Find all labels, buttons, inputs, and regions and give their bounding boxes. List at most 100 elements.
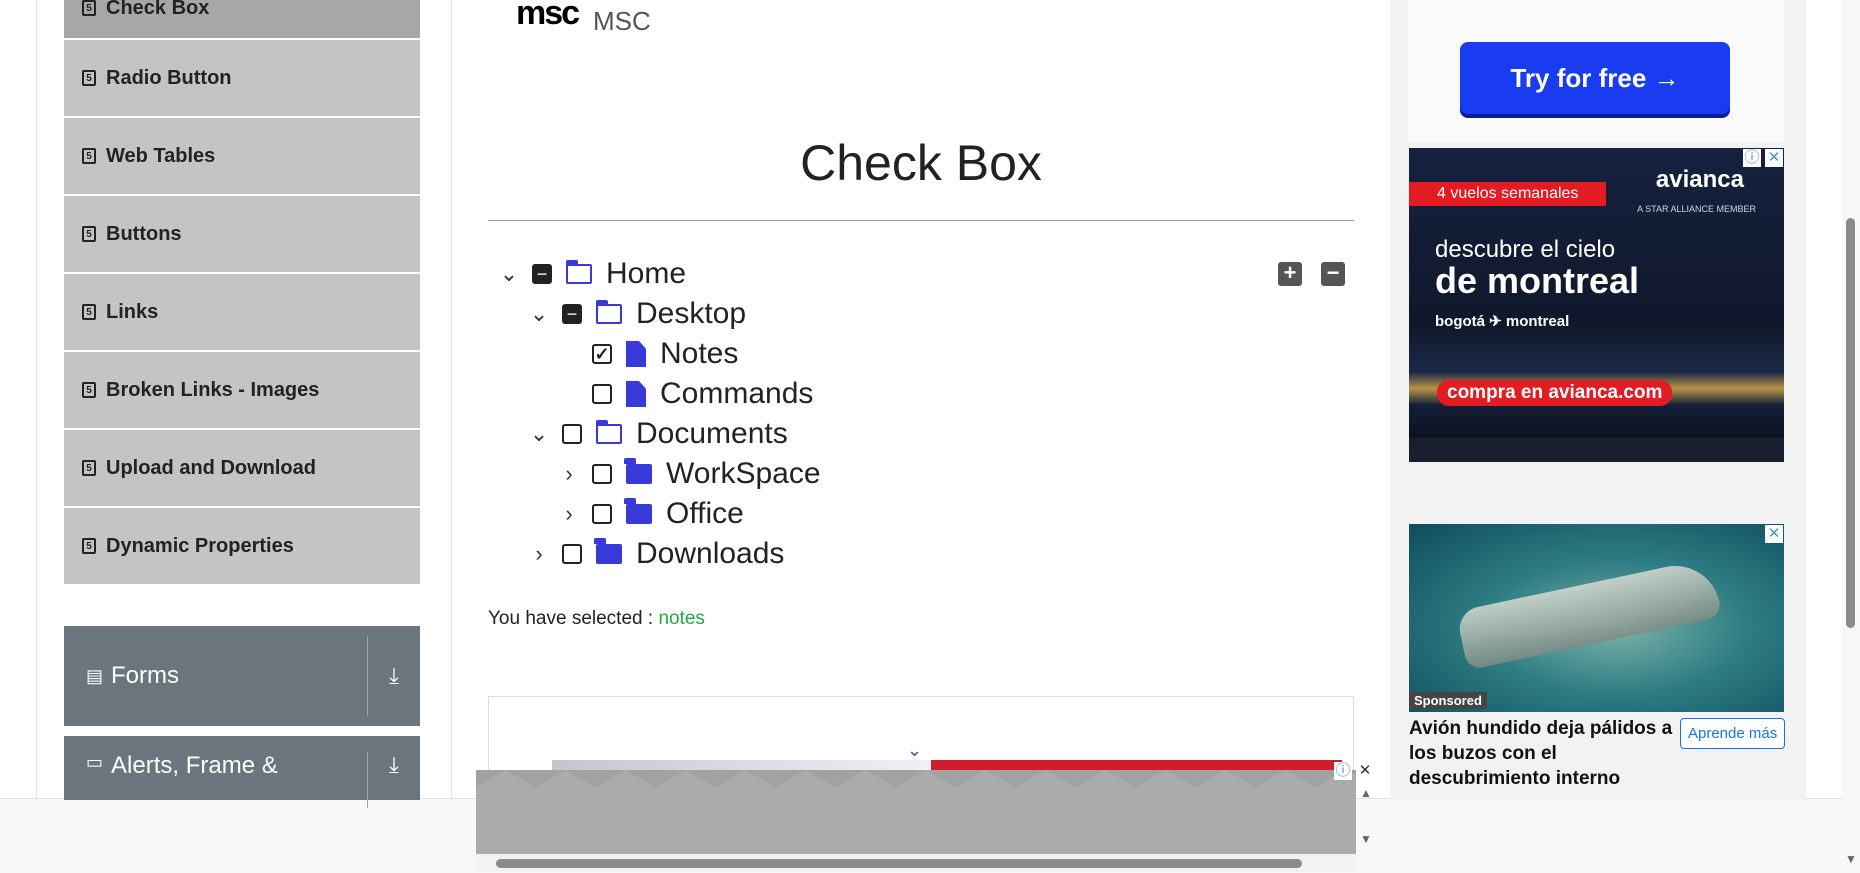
- menu-item-label: Buttons: [106, 222, 182, 245]
- menu-item-radio-button[interactable]: 5 Radio Button: [64, 40, 420, 118]
- checkbox-desktop[interactable]: −: [562, 304, 582, 324]
- chevron-down-icon[interactable]: ⌄: [524, 301, 554, 327]
- ad-badge: 4 vuelos semanales: [1409, 182, 1607, 206]
- expand-arrow-icon[interactable]: ⤓: [368, 663, 420, 689]
- avianca-ad[interactable]: 4 vuelos semanales avianca A STAR ALLIAN…: [1409, 148, 1784, 462]
- avianca-logo: avianca: [1655, 166, 1744, 193]
- menu-item-label: Web Tables: [106, 144, 216, 167]
- tree-node-label[interactable]: Downloads: [636, 537, 784, 571]
- close-icon[interactable]: ✕: [1765, 525, 1783, 543]
- tree-node-desktop: ⌄ − Desktop: [524, 294, 746, 334]
- ad-headline-bold: de montreal: [1435, 260, 1640, 301]
- menu-item-web-tables[interactable]: 5 Web Tables: [64, 118, 420, 196]
- learn-more-button[interactable]: Aprende más: [1680, 718, 1786, 749]
- brand-name: MSC: [593, 6, 651, 36]
- scroll-down-arrow[interactable]: ▼: [1360, 832, 1372, 846]
- tree-node-label[interactable]: Office: [666, 497, 744, 531]
- ad-info-icon[interactable]: ⓘ: [1334, 762, 1352, 780]
- brand-logo: msc: [516, 0, 580, 32]
- html5-icon: 5: [82, 538, 96, 554]
- file-icon: [626, 341, 646, 367]
- html5-icon: 5: [82, 226, 96, 242]
- window-icon: ▭: [86, 752, 104, 772]
- chevron-right-icon[interactable]: ›: [524, 541, 554, 567]
- chevron-down-icon[interactable]: ⌄: [907, 740, 922, 761]
- close-icon[interactable]: ✕: [1765, 149, 1783, 167]
- html5-icon: 5: [82, 0, 96, 16]
- checkbox-commands[interactable]: [592, 384, 612, 404]
- result-prefix: You have selected :: [488, 608, 654, 629]
- scrollbar-thumb[interactable]: [1846, 218, 1855, 628]
- group-forms[interactable]: ▤ Forms ⤓: [64, 626, 420, 726]
- tree-node-commands: Commands: [554, 374, 813, 414]
- group-alerts[interactable]: ▭ Alerts, Frame & ⤓: [64, 736, 420, 808]
- divider: [488, 220, 1354, 221]
- html5-icon: 5: [82, 70, 96, 86]
- sunken-plane-image[interactable]: [1409, 524, 1784, 712]
- tree-node-label[interactable]: WorkSpace: [666, 457, 821, 491]
- vertical-scrollbar[interactable]: ▼: [1842, 0, 1860, 872]
- ad-info-icon[interactable]: ⓘ: [1743, 149, 1761, 167]
- folder-icon: [594, 538, 622, 564]
- tree-node-workspace: › WorkSpace: [554, 454, 821, 494]
- chevron-down-icon[interactable]: ⌄: [494, 261, 524, 287]
- tree-node-documents: ⌄ Documents: [524, 414, 788, 454]
- tree-node-notes: ✓ Notes: [554, 334, 738, 374]
- group-label: Forms: [111, 662, 180, 689]
- tree-node-label[interactable]: Notes: [660, 337, 738, 371]
- chevron-down-icon[interactable]: ⌄: [524, 421, 554, 447]
- file-icon: [626, 381, 646, 407]
- tree-node-home: ⌄ − Home: [494, 254, 686, 294]
- menu-item-broken-links[interactable]: 5 Broken Links - Images: [64, 352, 420, 430]
- menu-item-label: Links: [106, 300, 159, 323]
- folder-open-icon: [596, 300, 622, 324]
- folder-icon: [624, 498, 652, 524]
- menu-item-label: Radio Button: [106, 66, 232, 89]
- checkbox-notes[interactable]: ✓: [592, 344, 612, 364]
- html5-icon: 5: [82, 460, 96, 476]
- ad-pattern: [476, 770, 1356, 854]
- ad-subtitle: A STAR ALLIANCE MEMBER: [1637, 204, 1756, 214]
- menu-item-check-box[interactable]: 5 Check Box: [64, 0, 420, 40]
- tree-node-label[interactable]: Desktop: [636, 297, 746, 331]
- tree-node-label[interactable]: Commands: [660, 377, 813, 411]
- menu-item-label: Upload and Download: [106, 456, 316, 479]
- tree-node-label[interactable]: Documents: [636, 417, 788, 451]
- scrollbar-thumb[interactable]: [496, 859, 1302, 868]
- scroll-down-arrow[interactable]: ▼: [1845, 852, 1857, 866]
- checkbox-home[interactable]: −: [532, 264, 552, 284]
- ad-cta[interactable]: compra en avianca.com: [1437, 380, 1673, 406]
- menu-item-dynamic-properties[interactable]: 5 Dynamic Properties: [64, 508, 420, 586]
- tree-node-label[interactable]: Home: [606, 257, 686, 291]
- menu-item-links[interactable]: 5 Links: [64, 274, 420, 352]
- try-for-free-button[interactable]: Try for free →: [1460, 42, 1730, 114]
- plane-shape: [1455, 557, 1723, 671]
- horizontal-scrollbar[interactable]: [476, 854, 1356, 872]
- expand-arrow-icon[interactable]: ⤓: [368, 752, 420, 778]
- chevron-right-icon[interactable]: ›: [554, 461, 584, 487]
- close-icon[interactable]: ✕: [1356, 762, 1374, 780]
- expand-all-button[interactable]: +: [1278, 262, 1302, 286]
- checkbox-workspace[interactable]: [592, 464, 612, 484]
- scroll-up-arrow[interactable]: ▲: [1360, 786, 1372, 800]
- html5-icon: 5: [82, 148, 96, 164]
- menu-item-upload-download[interactable]: 5 Upload and Download: [64, 430, 420, 508]
- folder-open-icon: [566, 260, 592, 284]
- form-icon: ▤: [86, 665, 104, 686]
- result-value: notes: [658, 608, 705, 629]
- checkbox-office[interactable]: [592, 504, 612, 524]
- checkbox-downloads[interactable]: [562, 544, 582, 564]
- menu-item-label: Check Box: [106, 0, 210, 19]
- selection-result: You have selected : notes: [488, 608, 705, 630]
- chevron-right-icon[interactable]: ›: [554, 501, 584, 527]
- checkbox-documents[interactable]: [562, 424, 582, 444]
- collapse-all-button[interactable]: −: [1321, 262, 1345, 286]
- sponsored-headline[interactable]: Avión hundido deja pálidos a los buzos c…: [1409, 716, 1679, 791]
- menu-item-buttons[interactable]: 5 Buttons: [64, 196, 420, 274]
- sponsored-label: Sponsored: [1409, 692, 1487, 709]
- tree-node-office: › Office: [554, 494, 744, 534]
- bottom-ad[interactable]: [476, 770, 1356, 854]
- folder-icon: [624, 458, 652, 484]
- page-title: Check Box: [800, 135, 1042, 191]
- elements-menu: 5 Check Box 5 Radio Button 5 Web Tables 5 Bu…: [64, 0, 420, 586]
